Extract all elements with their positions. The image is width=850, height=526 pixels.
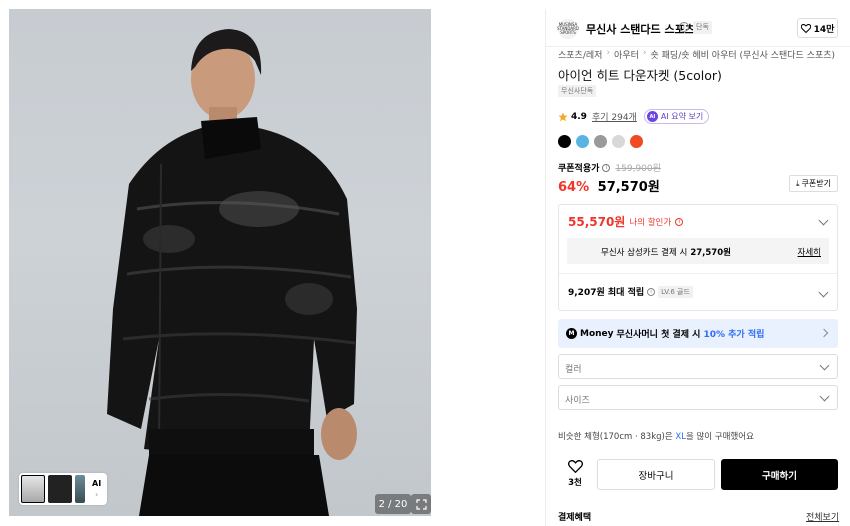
breadcrumb-item[interactable]: 숏 패딩/숏 헤비 아우터 (무신사 스탠다드 스포츠) [651,48,836,61]
discount-rate: 64% [558,180,590,195]
expand-icon[interactable] [411,494,431,514]
card-discount-text: 무신사 삼성카드 결제 시 27,570원 [601,248,731,258]
color-swatch[interactable] [594,135,607,148]
product-title: 아이언 히트 다운자켓 (5color) [558,68,722,83]
points-text: 9,207원 최대 적립 [568,288,645,298]
ai-label: AI [92,479,102,488]
like-count: 14만 [813,24,835,35]
breadcrumb: 스포츠/레저 › 아우터 › 숏 패딩/숏 헤비 아우터 (무신사 스탠다드 스… [558,48,835,61]
color-swatch[interactable] [630,135,643,148]
wishlist-count: 3천 [568,478,582,488]
image-counter: 2 / 20 [375,494,411,514]
size-select[interactable]: 사이즈 [558,385,838,410]
money-logo-icon: M [566,328,577,339]
like-button[interactable]: 14만 [797,18,838,38]
coupon-price-label: 쿠폰적용가 i 159,900원 [558,161,661,174]
chevron-down-icon [819,391,830,402]
star-icon [558,112,568,121]
my-discount-row[interactable]: 55,570원 나의 할인가 i [568,213,684,230]
coupon-button-label: 쿠폰받기 [801,179,831,188]
size-recommendation: 비슷한 체형(170cm · 83kg)은 XL을 많이 구매했어요 [558,432,754,442]
thumbnail-strip[interactable]: AI › [19,473,108,505]
ai-icon: AI [646,111,658,122]
view-all-link[interactable]: 전체보기 [806,510,839,523]
benefit-box: 55,570원 나의 할인가 i 무신사 삼성카드 결제 시 27,570원 자세… [558,204,838,311]
heart-icon [800,23,811,33]
heart-icon [567,459,583,474]
reviews-link[interactable]: 후기 294개 [592,110,637,123]
wishlist-button[interactable]: 3천 [563,459,587,488]
info-icon[interactable]: i [647,287,656,296]
final-price: 57,570원 [597,180,660,195]
points-row[interactable]: 9,207원 최대 적립 i LV.6 골드 [568,285,693,298]
money-text: 무신사머니 첫 결제 시 [616,330,701,340]
color-swatch[interactable] [576,135,589,148]
thumbnail-1[interactable] [21,475,45,503]
card-discount-row: 무신사 삼성카드 결제 시 27,570원 자세히 [567,238,829,264]
brand-bar: MUSINSA STANDARD SPORTS 무신사 스탠다드 스포츠 i 단… [546,9,850,47]
my-discount-label: 나의 할인가 [629,217,672,228]
size-select-placeholder: 사이즈 [565,396,590,406]
money-highlight: 10% 추가 적립 [703,330,765,340]
color-select[interactable]: 컬러 [558,354,838,379]
color-swatch[interactable] [612,135,625,148]
level-badge: LV.6 골드 [658,285,693,298]
breadcrumb-item[interactable]: 아우터 [614,48,639,61]
original-price: 159,900원 [615,164,661,174]
thumbnail-2[interactable] [48,475,72,503]
add-to-cart-button[interactable]: 장바구니 [597,459,715,490]
rating-score: 4.9 [571,111,587,122]
download-icon: ⤓ [796,178,800,188]
coupon-download-button[interactable]: ⤓ 쿠폰받기 [789,175,838,192]
musinsa-money-banner[interactable]: M Money 무신사머니 첫 결제 시 10% 추가 적립 [558,319,838,348]
breadcrumb-item[interactable]: 스포츠/레저 [558,48,602,61]
thumbnail-ai-button[interactable]: AI › [92,478,101,500]
chevron-down-icon[interactable] [818,287,829,298]
chevron-right-icon: › [642,48,647,58]
payment-benefits-heading: 결제혜택 [558,513,592,523]
recommended-size: XL [675,432,686,442]
info-icon[interactable]: i [602,163,611,172]
chevron-down-icon [819,360,830,371]
color-swatches [558,135,643,148]
divider [559,273,837,274]
my-discount-price: 55,570원 [568,215,626,229]
ai-summary-button[interactable]: AI AI 요약 보기 [643,109,710,124]
exclusive-tag: 무신사단독 [558,85,597,97]
coupon-label-text: 쿠폰적용가 [558,164,600,174]
thumbnail-3[interactable] [75,475,85,503]
brand-logo[interactable]: MUSINSA STANDARD SPORTS [557,19,579,39]
product-image-gallery[interactable]: AI › 2 / 20 [9,9,431,516]
product-info-panel: MUSINSA STANDARD SPORTS 무신사 스탠다드 스포츠 i 단… [545,9,850,526]
product-photo [107,29,357,516]
chevron-right-icon: › [606,48,611,58]
info-icon[interactable]: i [679,22,689,32]
card-detail-link[interactable]: 자세히 [798,246,821,258]
rating-row: 4.9 후기 294개 AI AI 요약 보기 [558,109,710,124]
money-brand: Money [580,328,614,339]
buy-now-button[interactable]: 구매하기 [721,459,838,490]
color-select-placeholder: 컬러 [565,365,582,375]
chevron-right-icon: › [94,490,99,499]
chevron-down-icon[interactable] [818,215,829,226]
brand-exclusive-badge: 단독 [693,21,712,34]
color-swatch[interactable] [558,135,571,148]
info-icon[interactable]: i [675,217,684,226]
chevron-right-icon [819,328,829,338]
ai-summary-label: AI 요약 보기 [660,112,704,121]
price-row: 64% 57,570원 [558,176,660,195]
